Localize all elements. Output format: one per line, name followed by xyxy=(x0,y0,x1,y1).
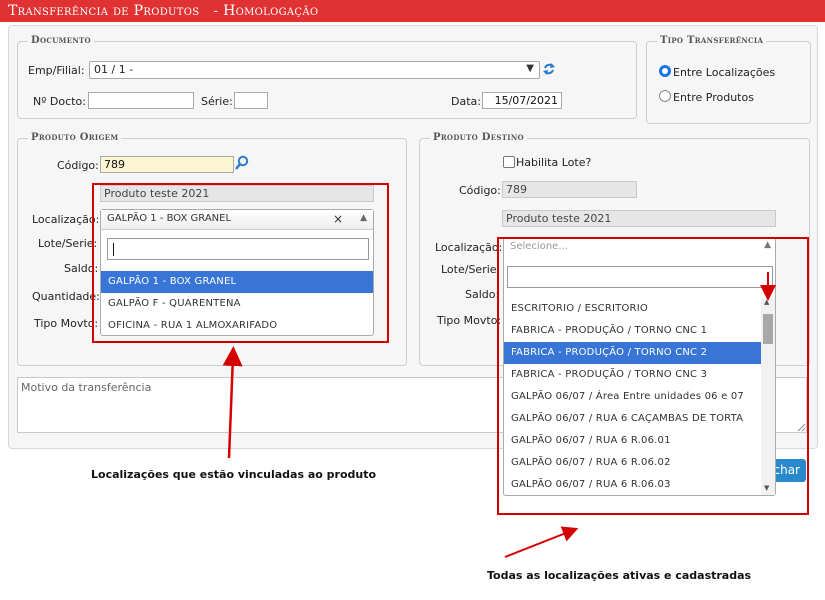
arrow-right-note xyxy=(504,526,579,558)
annotation-right-note: Todas as localizações ativas e cadastrad… xyxy=(487,569,752,582)
arrow-left-note xyxy=(222,346,243,459)
annotation-arrows xyxy=(222,272,776,558)
annotation-left-note: Localizações que estão vinculadas ao pro… xyxy=(91,468,377,481)
